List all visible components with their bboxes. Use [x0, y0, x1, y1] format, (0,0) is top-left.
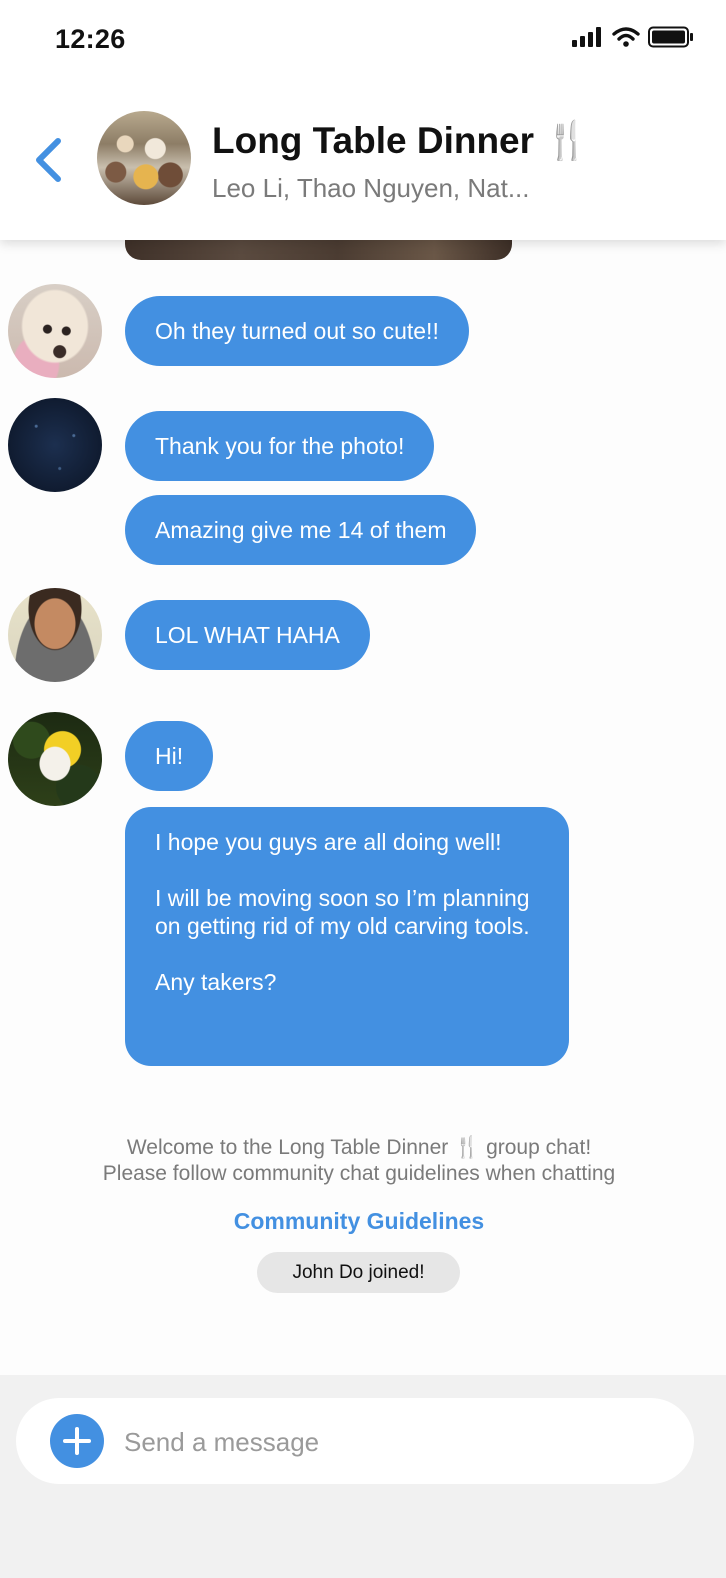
message-bubble[interactable]: Hi! [125, 721, 214, 791]
message-line: I will be moving soon so I’m planning on… [155, 885, 530, 939]
status-bar: 12:26 [0, 0, 726, 80]
message-bubble[interactable]: Thank you for the photo! [125, 411, 435, 481]
chevron-left-icon [36, 138, 61, 182]
back-button[interactable] [30, 130, 70, 190]
avatar[interactable] [8, 398, 102, 492]
message-bubble[interactable]: Oh they turned out so cute!! [125, 296, 469, 366]
group-avatar[interactable] [97, 111, 191, 205]
guidelines-notice: Please follow community chat guidelines … [102, 1162, 616, 1185]
avatar[interactable] [8, 588, 102, 682]
battery-icon [648, 26, 693, 48]
avatar[interactable] [8, 284, 102, 378]
chat-screen: 12:26 Long Table Dinner 🍴 Leo Li, Thao N… [0, 0, 726, 1578]
member-joined-notice: John Do joined! [257, 1252, 460, 1293]
message-line: I hope you guys are all doing well! [155, 829, 502, 855]
community-guidelines-link[interactable]: Community Guidelines [0, 1208, 718, 1235]
chat-title[interactable]: Long Table Dinner 🍴 [212, 120, 590, 163]
message-bubble[interactable]: Amazing give me 14 of them [125, 495, 477, 565]
message-line: Any takers? [155, 969, 277, 995]
message-bubble[interactable]: LOL WHAT HAHA [125, 600, 370, 670]
message-composer [0, 1375, 726, 1578]
message-input[interactable] [122, 1418, 666, 1466]
chat-members[interactable]: Leo Li, Thao Nguyen, Nat... [212, 173, 530, 204]
chat-header: Long Table Dinner 🍴 Leo Li, Thao Nguyen,… [0, 80, 726, 240]
wifi-icon [612, 27, 640, 47]
add-attachment-button[interactable] [50, 1414, 104, 1468]
status-time: 12:26 [55, 24, 126, 54]
composer-field [16, 1398, 694, 1484]
message-bubble[interactable]: I hope you guys are all doing well! I wi… [125, 807, 569, 1066]
avatar[interactable] [8, 712, 102, 806]
signal-icon [572, 27, 601, 47]
status-icons [572, 26, 694, 48]
welcome-text: Welcome to the Long Table Dinner 🍴 group… [126, 1136, 592, 1159]
